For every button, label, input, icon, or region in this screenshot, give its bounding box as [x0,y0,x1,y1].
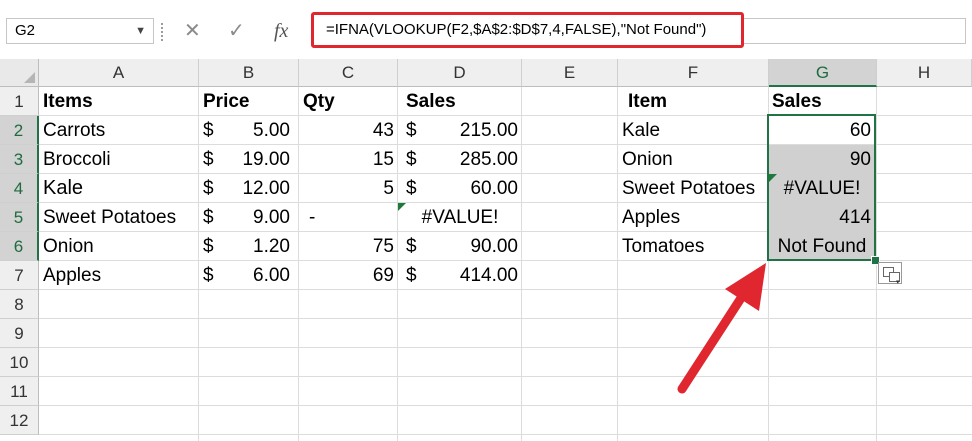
column-header-d[interactable]: D [398,59,522,87]
cell-b1[interactable]: Price [199,87,299,116]
cell-c2[interactable]: 43 [299,116,398,145]
cell-b2[interactable]: 5.00 [199,116,299,145]
gridline [39,347,972,348]
row-header-7[interactable]: 7 [0,261,39,290]
cell-b7[interactable]: 6.00 [199,261,299,290]
column-header-c[interactable]: C [299,59,398,87]
formula-buttons: ✕ ✓ fx [172,18,308,44]
cell-b6[interactable]: 1.20 [199,232,299,261]
cell-d2[interactable]: 215.00 [398,116,522,145]
column-header-e[interactable]: E [522,59,618,87]
row-header-12[interactable]: 12 [0,406,39,435]
gridline [39,318,972,319]
row-header-6[interactable]: 6 [0,232,39,261]
select-all-button[interactable] [0,59,39,87]
annotation-arrow-icon [677,263,766,394]
row-header-10[interactable]: 10 [0,348,39,377]
row-header-2[interactable]: 2 [0,116,39,145]
formula-input-frame [744,18,966,44]
cell-d7[interactable]: 414.00 [398,261,522,290]
cell-d3[interactable]: 285.00 [398,145,522,174]
cell-c6[interactable]: 75 [299,232,398,261]
formula-text: =IFNA(VLOOKUP(F2,$A$2:$D$7,4,FALSE),"Not… [326,21,707,38]
gridline [39,376,972,377]
row-header-3[interactable]: 3 [0,145,39,174]
cell-d1[interactable]: Sales [398,87,522,116]
cell-b3[interactable]: 19.00 [199,145,299,174]
cell-a3[interactable]: Broccoli [39,145,199,174]
cancel-icon[interactable]: ✕ [184,18,201,44]
name-box[interactable]: G2 ▼ [6,18,154,44]
cell-g1[interactable]: Sales [769,87,877,116]
row-header-5[interactable]: 5 [0,203,39,232]
row-header-4[interactable]: 4 [0,174,39,203]
cell-c1[interactable]: Qty [299,87,398,116]
gridline [39,434,972,435]
row-header-1[interactable]: 1 [0,87,39,116]
column-header-h[interactable]: H [877,59,972,87]
cell-f4[interactable]: Sweet Potatoes [618,174,769,203]
cell-a2[interactable]: Carrots [39,116,199,145]
chevron-down-icon[interactable]: ▼ [135,19,146,43]
gridline [39,405,972,406]
cell-a1[interactable]: Items [39,87,199,116]
column-header-f[interactable]: F [618,59,769,87]
insert-function-icon[interactable]: fx [274,18,288,44]
column-header-a[interactable]: A [39,59,199,87]
cell-a6[interactable]: Onion [39,232,199,261]
cell-b4[interactable]: 12.00 [199,174,299,203]
column-header-g[interactable]: G [769,59,877,87]
cell-a4[interactable]: Kale [39,174,199,203]
cell-f1[interactable]: Item [618,87,769,116]
formula-bar: G2 ▼ ✕ ✓ fx =IFNA(VLOOKUP(F2,$A$2:$D$7,4… [0,0,972,62]
cell-c5[interactable]: - [299,203,398,232]
cell-a5[interactable]: Sweet Potatoes [39,203,199,232]
cell-b5[interactable]: 9.00 [199,203,299,232]
cell-c7[interactable]: 69 [299,261,398,290]
enter-icon[interactable]: ✓ [228,18,245,44]
row-header-9[interactable]: 9 [0,319,39,348]
cell-f2[interactable]: Kale [618,116,769,145]
quick-analysis-icon[interactable]: ▾ [878,262,902,286]
splitter-handle[interactable] [161,23,163,41]
cell-c3[interactable]: 15 [299,145,398,174]
cell-a7[interactable]: Apples [39,261,199,290]
selection-border [767,114,876,261]
name-box-value: G2 [15,22,36,39]
row-header-8[interactable]: 8 [0,290,39,319]
cell-d6[interactable]: 90.00 [398,232,522,261]
cell-c4[interactable]: 5 [299,174,398,203]
cell-f3[interactable]: Onion [618,145,769,174]
cell-d4[interactable]: 60.00 [398,174,522,203]
row-header-11[interactable]: 11 [0,377,39,406]
cell-d5[interactable]: #VALUE! [398,203,522,232]
column-header-b[interactable]: B [199,59,299,87]
cell-f5[interactable]: Apples [618,203,769,232]
formula-input[interactable]: =IFNA(VLOOKUP(F2,$A$2:$D$7,4,FALSE),"Not… [311,12,744,48]
